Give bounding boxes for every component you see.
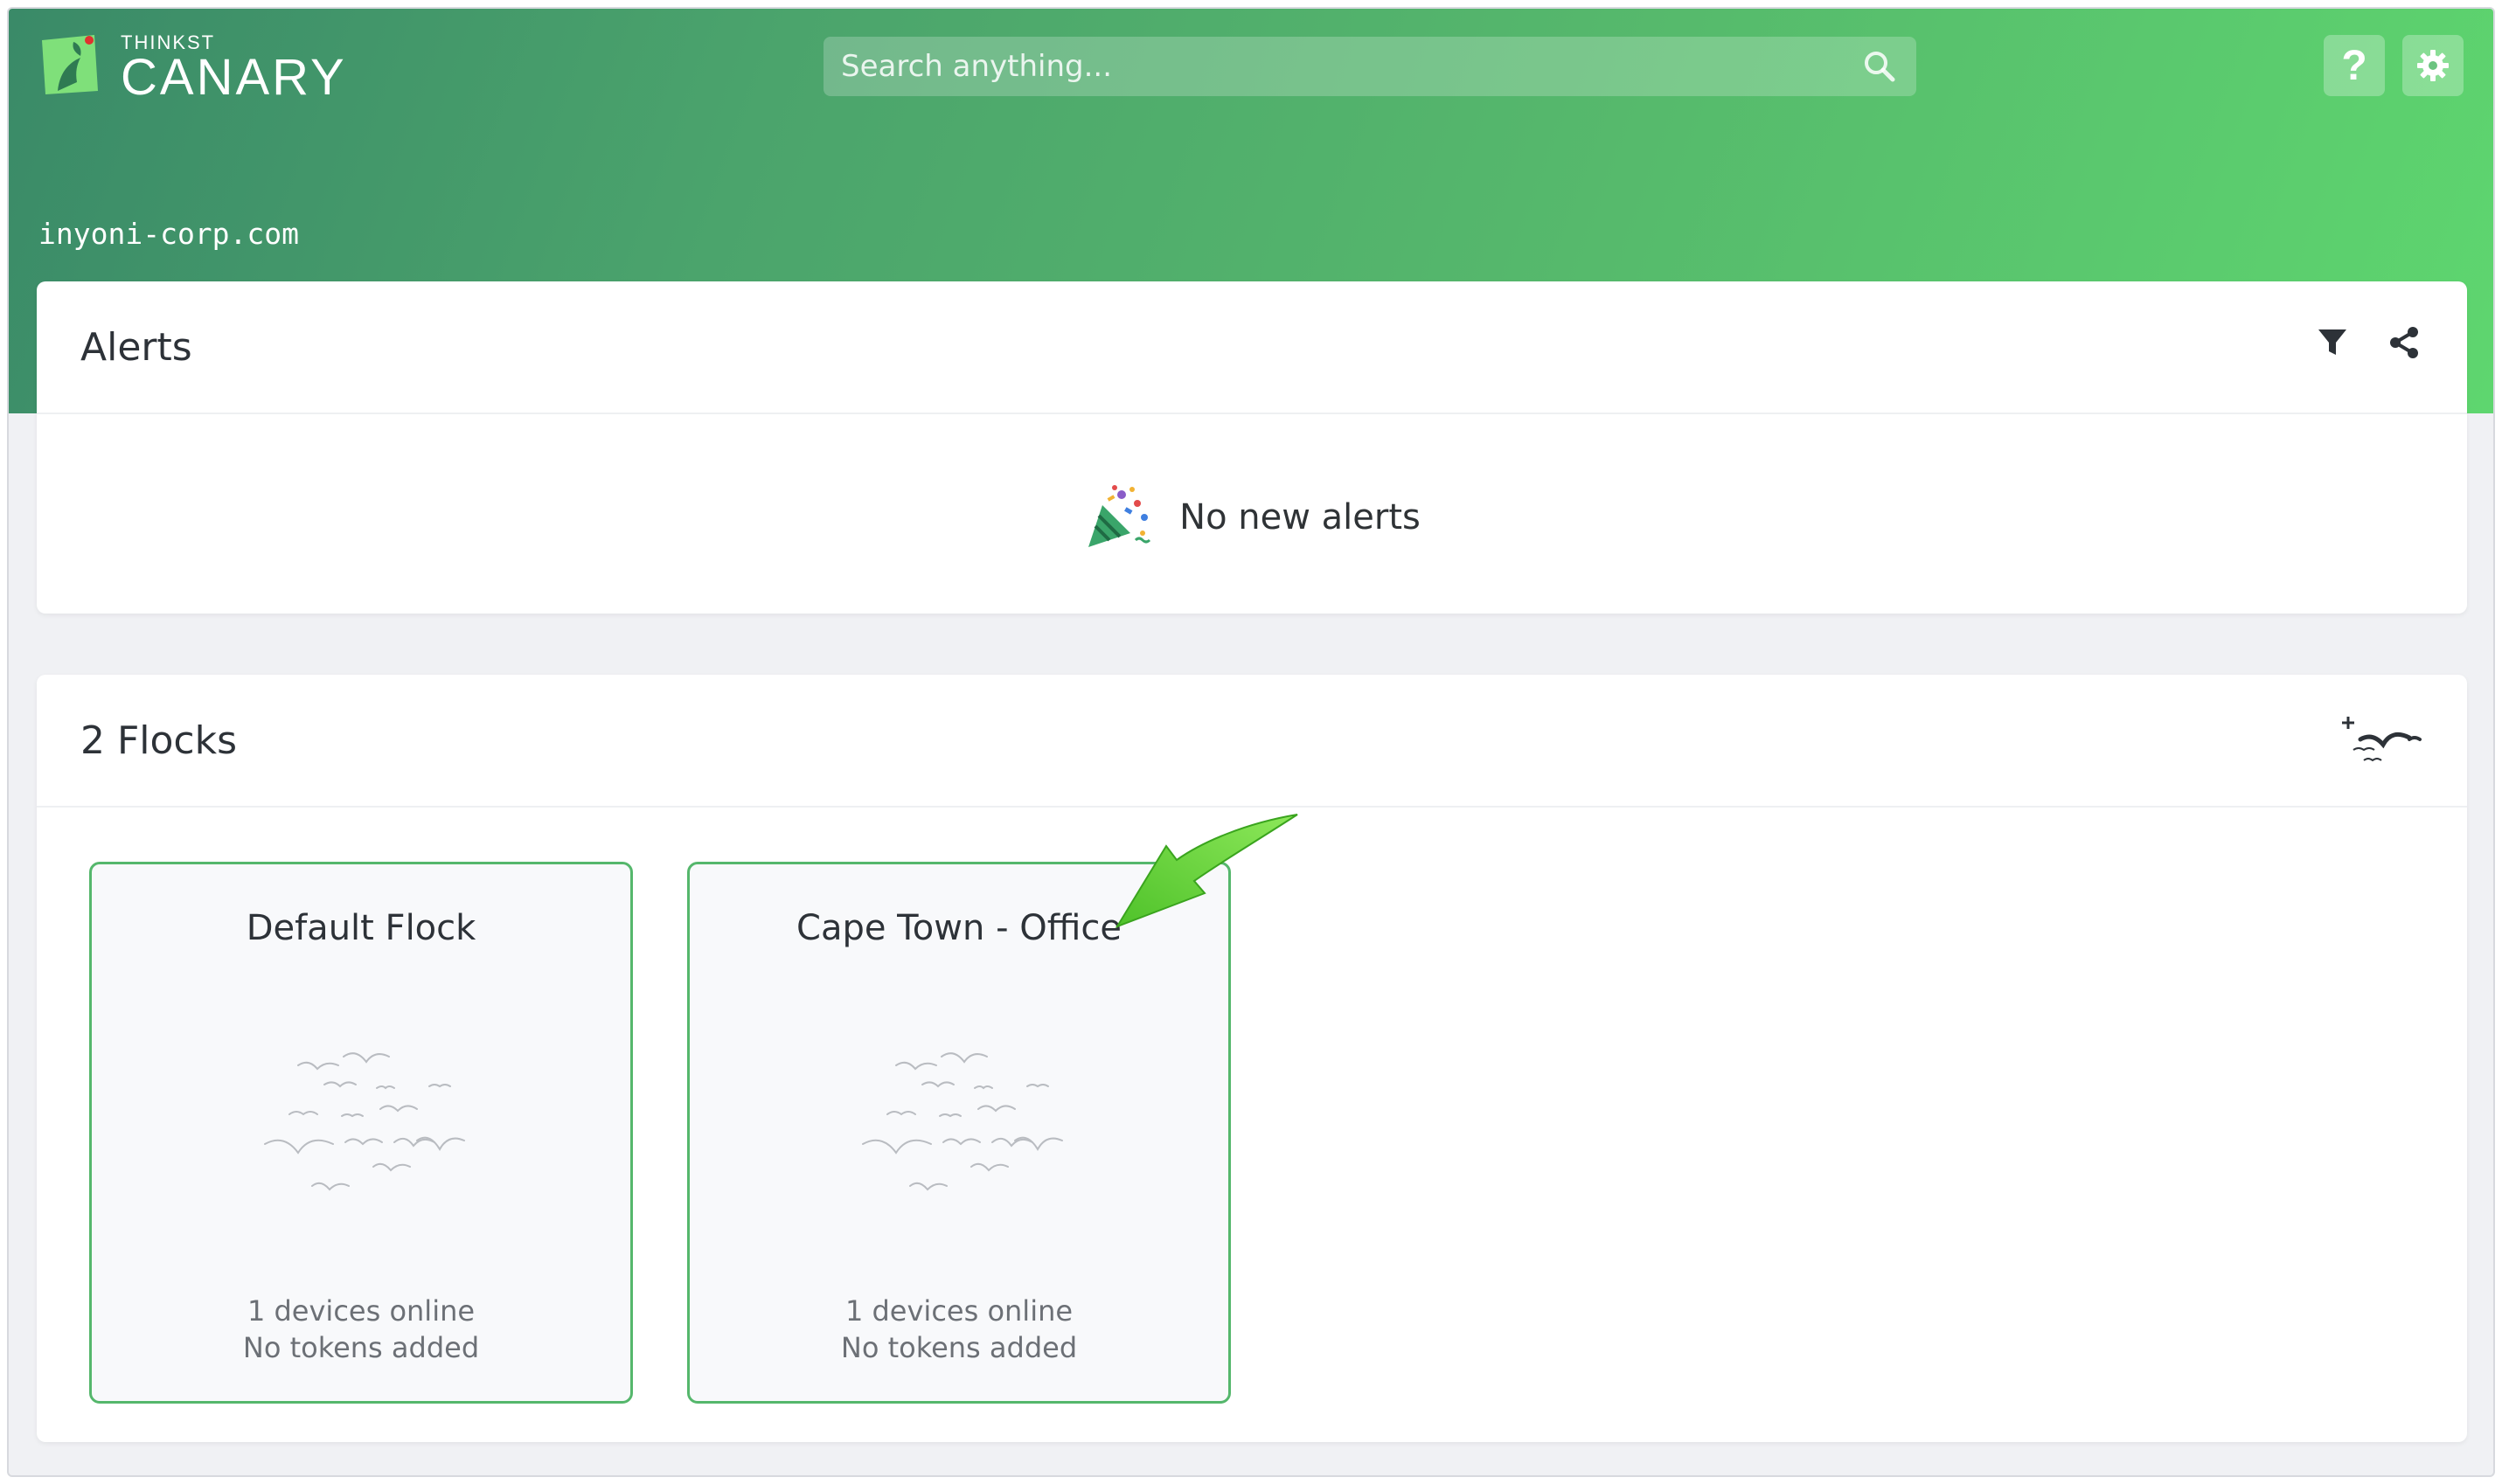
flock-name: Default Flock bbox=[246, 908, 476, 948]
share-icon[interactable] bbox=[2387, 325, 2422, 360]
logo-text: THINKST CANARY bbox=[121, 33, 347, 103]
add-flock-icon[interactable] bbox=[2341, 713, 2429, 774]
flocks-header: 2 Flocks bbox=[37, 675, 2467, 808]
search-input[interactable] bbox=[824, 37, 1862, 96]
flock-tile-cape-town[interactable]: Cape Town - Office 1 devices online No t… bbox=[687, 862, 1231, 1404]
flock-tokens: No tokens added bbox=[840, 1331, 1078, 1364]
alerts-title: Alerts bbox=[80, 324, 192, 370]
no-alerts-message: No new alerts bbox=[37, 482, 2467, 552]
domain-label: inyoni-corp.com bbox=[38, 217, 300, 251]
flock-tile-default[interactable]: Default Flock 1 devices online No tokens… bbox=[89, 862, 633, 1404]
app-window: THINKST CANARY ? i bbox=[7, 7, 2495, 1477]
help-button[interactable]: ? bbox=[2324, 35, 2385, 96]
flocks-card: 2 Flocks Default Flock 1 devices online … bbox=[37, 675, 2467, 1442]
no-alerts-text: No new alerts bbox=[1179, 497, 1421, 537]
flocks-title: 2 Flocks bbox=[80, 718, 238, 763]
logo-big-text: CANARY bbox=[121, 49, 347, 106]
flock-devices-online: 1 devices online bbox=[844, 1294, 1074, 1328]
settings-button[interactable] bbox=[2402, 35, 2464, 96]
search-bar bbox=[824, 37, 1916, 96]
filter-icon[interactable] bbox=[2315, 325, 2350, 360]
gear-icon bbox=[2417, 50, 2449, 81]
alerts-header: Alerts bbox=[37, 281, 2467, 414]
flock-devices-online: 1 devices online bbox=[247, 1294, 476, 1328]
canary-logo-icon bbox=[42, 35, 98, 94]
alerts-card: Alerts No new alerts bbox=[37, 281, 2467, 614]
search-icon[interactable] bbox=[1862, 49, 1897, 84]
flock-tokens: No tokens added bbox=[242, 1331, 480, 1364]
canary-logo[interactable]: THINKST CANARY bbox=[38, 33, 347, 103]
birds-flock-icon bbox=[264, 1052, 465, 1191]
help-icon: ? bbox=[2341, 42, 2367, 89]
annotation-arrow-icon bbox=[1115, 814, 1298, 928]
party-popper-icon bbox=[1088, 485, 1151, 547]
alerts-actions bbox=[2315, 325, 2422, 360]
birds-flock-icon bbox=[862, 1052, 1063, 1191]
